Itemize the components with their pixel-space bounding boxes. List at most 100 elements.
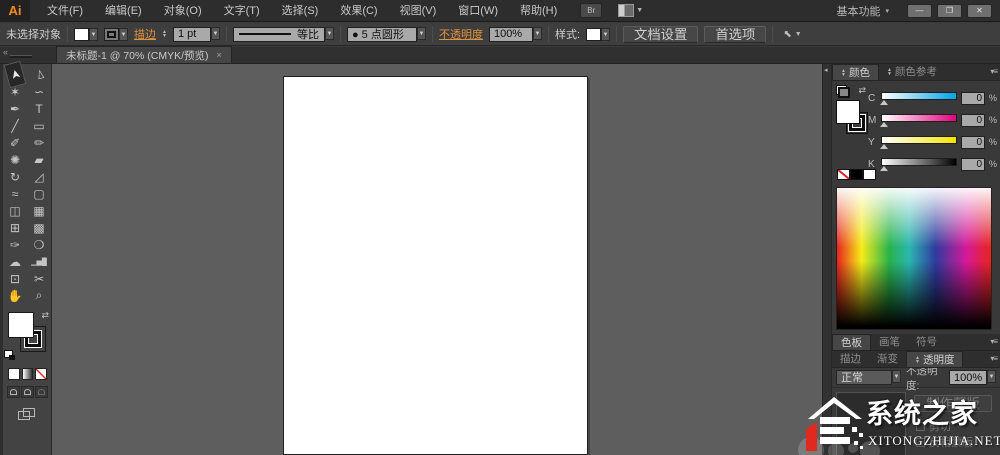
style-picker[interactable]: ▼ [586,28,610,41]
column-graph-tool-icon[interactable]: ▁▅█ [27,253,51,270]
minimize-button[interactable]: — [907,4,932,18]
clip-checkbox[interactable] [916,422,925,431]
panel-opacity-combo[interactable]: 100% ▼ [949,370,996,385]
black-swatch[interactable] [850,169,863,180]
menu-item[interactable]: 选择(S) [271,0,330,22]
slider-track[interactable] [881,135,957,149]
slider-thumb-icon[interactable] [880,122,888,127]
object-thumbnail-well[interactable] [836,392,906,455]
symbol-sprayer-tool-icon[interactable]: ☁ [3,253,27,270]
slider-thumb-icon[interactable] [880,100,888,105]
arrange-documents-button[interactable]: ▼ [618,4,643,17]
close-tab-icon[interactable]: × [217,50,222,60]
none-swatch[interactable] [837,169,850,180]
tab-transparency[interactable]: ▲▼ 透明度 [906,351,963,367]
white-swatch[interactable] [863,169,876,180]
channel-value-field[interactable]: 0 [961,92,985,105]
document-setup-button[interactable]: 文档设置 [623,26,698,43]
channel-value-field[interactable]: 0 [961,158,985,171]
opacity-panel-link[interactable]: 不透明度 [439,26,483,42]
blend-mode-combo[interactable]: 正常 ▼ [836,370,901,385]
color-proxy[interactable]: ⇄ [836,85,864,145]
menu-item[interactable]: 文字(T) [213,0,271,22]
tab-gradient[interactable]: 渐变 [869,351,906,367]
scale-tool-icon[interactable]: ◿ [27,168,51,185]
bridge-icon[interactable]: Br [580,3,602,18]
slider-track[interactable] [881,157,957,171]
draw-inside-button[interactable] [35,386,48,398]
brush-definition-value[interactable]: ● 5 点圆形 [347,27,417,42]
pencil-tool-icon[interactable]: ✏ [27,134,51,151]
menu-item[interactable]: 帮助(H) [509,0,568,22]
tab-brushes[interactable]: 画笔 [871,334,908,350]
stroke-panel-link[interactable]: 描边 [134,26,156,42]
color-spectrum[interactable] [836,187,992,330]
slice-tool-icon[interactable]: ✂ [27,270,51,287]
collapse-panels-icon[interactable]: ◂ [824,66,828,74]
perspective-grid-tool-icon[interactable]: ▦ [27,202,51,219]
hand-tool-icon[interactable]: ✋ [3,287,27,304]
fill-color-box[interactable] [8,312,34,338]
type-tool-icon[interactable]: T [27,100,51,117]
stroke-weight-combo[interactable]: 1 pt ▼ [173,27,220,42]
zoom-tool-icon[interactable]: ⌕ [27,287,51,304]
tab-swatches[interactable]: 色板 [832,334,871,350]
artboard-tool-icon[interactable]: ⊡ [3,270,27,287]
menu-item[interactable]: 视图(V) [389,0,448,22]
invert-mask-checkbox[interactable] [916,438,925,447]
opacity-combo[interactable]: 100% ▼ [489,27,542,42]
shape-builder-tool-icon[interactable]: ◫ [3,202,27,219]
menu-item[interactable]: 效果(C) [329,0,388,22]
draw-normal-button[interactable] [7,386,20,398]
mesh-tool-icon[interactable]: ⊞ [3,219,27,236]
magic-wand-tool-icon[interactable]: ✶ [3,83,27,100]
slider-track[interactable] [881,113,957,127]
slider-track[interactable] [881,91,957,105]
paintbrush-tool-icon[interactable]: ✐ [3,134,27,151]
eyedropper-tool-icon[interactable]: ✑ [3,236,27,253]
fill-stroke-control[interactable]: ⇄ [3,312,51,364]
free-transform-tool-icon[interactable]: ▢ [27,185,51,202]
blend-mode-value[interactable]: 正常 [836,370,892,385]
artboard-canvas[interactable] [283,76,588,455]
color-button[interactable] [8,368,20,380]
slider-thumb-icon[interactable] [880,166,888,171]
restore-button[interactable]: ❐ [937,4,962,18]
pasteboard[interactable] [52,64,822,455]
brush-definition-combo[interactable]: ● 5 点圆形 ▼ [347,27,426,42]
pen-tool-icon[interactable]: ✒ [3,100,27,117]
swap-fill-stroke-icon[interactable]: ⇄ [858,85,866,96]
panel-menu-icon[interactable]: ▾≡ [990,337,997,346]
line-segment-tool-icon[interactable]: ╱ [3,117,27,134]
workspace-switcher[interactable]: 基本功能 ▾ [836,3,889,19]
tab-color[interactable]: ▲▼ 颜色 [832,64,879,80]
channel-value-field[interactable]: 0 [961,136,985,149]
make-mask-button[interactable]: 制作蒙版 [914,395,992,412]
draw-behind-button[interactable] [21,386,34,398]
fill-color-picker[interactable]: ▼ [74,28,98,41]
stroke-color-picker[interactable]: ▼ [104,28,128,41]
tab-symbols[interactable]: 符号 [908,334,945,350]
menu-item[interactable]: 编辑(E) [94,0,153,22]
menu-item[interactable]: 文件(F) [36,0,94,22]
width-tool-icon[interactable]: ≈ [3,185,27,202]
screen-mode-button[interactable] [18,408,36,421]
select-similar-button[interactable]: ⬉ ▼ [783,29,801,40]
blend-tool-icon[interactable]: ❍ [27,236,51,253]
channel-value-field[interactable]: 0 [961,114,985,127]
swap-fill-stroke-icon[interactable]: ⇄ [41,310,49,321]
stroke-weight-stepper[interactable]: ▲▼ [162,30,167,38]
document-tab[interactable]: 未标题-1 @ 70% (CMYK/预览) × [56,46,232,63]
gradient-button[interactable] [22,368,34,380]
opacity-value[interactable]: 100% [489,27,533,42]
panel-opacity-value[interactable]: 100% [949,370,987,385]
rectangle-tool-icon[interactable]: ▭ [27,117,51,134]
close-button[interactable]: ✕ [967,4,992,18]
panel-menu-icon[interactable]: ▾≡ [990,67,997,76]
eraser-tool-icon[interactable]: ▰ [27,151,51,168]
collapse-toolbar-icon[interactable]: « [3,47,8,57]
tab-stroke[interactable]: 描边 [832,351,869,367]
rotate-tool-icon[interactable]: ↻ [3,168,27,185]
gradient-tool-icon[interactable]: ▩ [27,219,51,236]
lasso-tool-icon[interactable]: ∽ [27,83,51,100]
